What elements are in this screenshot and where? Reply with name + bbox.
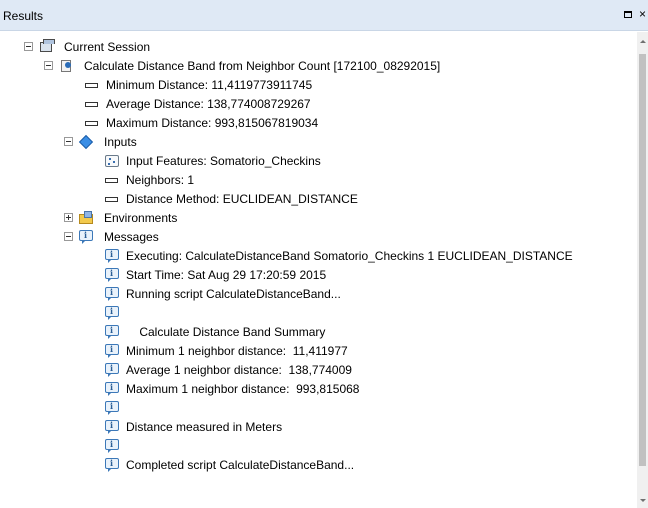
input-label: Distance Method: EUCLIDEAN_DISTANCE [126, 192, 358, 206]
tree-node-input[interactable]: Distance Method: EUCLIDEAN_DISTANCE [104, 190, 624, 208]
message-item[interactable]: i Start Time: Sat Aug 29 17:20:59 2015 [104, 266, 634, 284]
output-label: Maximum Distance: 993,815067819034 [106, 116, 319, 130]
info-message-icon: i [104, 419, 120, 435]
message-item[interactable]: i [104, 399, 634, 417]
message-item[interactable]: i Running script CalculateDistanceBand..… [104, 285, 634, 303]
info-message-icon: i [104, 343, 120, 359]
info-message-icon: i [104, 381, 120, 397]
info-message-icon: i [104, 324, 120, 340]
parameter-icon [104, 172, 120, 188]
tree-node-input[interactable]: Input Features: Somatorio_Checkins [104, 152, 624, 170]
session-icon [38, 39, 55, 55]
message-item[interactable]: i Calculate Distance Band Summary [104, 323, 634, 341]
scrollbar-thumb[interactable] [639, 54, 646, 466]
message-item[interactable]: i Average 1 neighbor distance: 138,77400… [104, 361, 634, 379]
message-text: Running script CalculateDistanceBand... [126, 287, 341, 301]
tree-node-input[interactable]: Neighbors: 1 [104, 171, 624, 189]
message-item[interactable]: i Executing: CalculateDistanceBand Somat… [104, 247, 634, 265]
info-message-icon: i [104, 248, 120, 264]
message-text: Start Time: Sat Aug 29 17:20:59 2015 [126, 268, 327, 282]
message-text: Completed script CalculateDistanceBand..… [126, 458, 355, 472]
info-message-icon: i [104, 400, 120, 416]
parameter-icon [104, 191, 120, 207]
collapse-session-toggle[interactable] [24, 42, 33, 51]
tree-node-tool[interactable]: Calculate Distance Band from Neighbor Co… [44, 57, 634, 75]
message-item[interactable]: i Distance measured in Meters [104, 418, 634, 436]
inputs-diamond-icon [78, 134, 94, 150]
message-item[interactable]: i Minimum 1 neighbor distance: 11,411977 [104, 342, 634, 360]
scroll-up-icon[interactable] [640, 40, 646, 43]
collapse-messages-toggle[interactable] [64, 232, 73, 241]
parameter-icon [84, 96, 100, 112]
environments-label: Environments [104, 211, 178, 225]
message-text: Maximum 1 neighbor distance: 993,815068 [126, 382, 360, 396]
message-item[interactable]: i [104, 437, 634, 455]
parameter-icon [84, 115, 100, 131]
info-message-icon: i [104, 286, 120, 302]
tree-node-output[interactable]: Minimum Distance: 11,4119773911745 [84, 76, 624, 94]
info-message-icon: i [104, 305, 120, 321]
results-titlebar: Results × [0, 0, 648, 31]
vertical-scrollbar[interactable] [637, 32, 648, 508]
input-label: Input Features: Somatorio_Checkins [126, 154, 321, 168]
info-message-icon: i [104, 267, 120, 283]
message-item[interactable]: i Completed script CalculateDistanceBand… [104, 456, 634, 474]
message-item[interactable]: i Maximum 1 neighbor distance: 993,81506… [104, 380, 634, 398]
tree-node-messages[interactable]: i Messages [64, 228, 624, 246]
tree-node-inputs[interactable]: Inputs [64, 133, 624, 151]
message-text: Minimum 1 neighbor distance: 11,411977 [126, 344, 348, 358]
tree-node-session[interactable]: Current Session [24, 38, 624, 56]
maximize-icon[interactable] [624, 11, 632, 18]
output-label: Minimum Distance: 11,4119773911745 [106, 78, 313, 92]
tree-node-environments[interactable]: Environments [64, 209, 624, 227]
messages-icon: i [78, 229, 94, 245]
message-text: Distance measured in Meters [126, 420, 283, 434]
info-message-icon: i [104, 438, 120, 454]
feature-layer-icon [104, 153, 120, 169]
message-text: Calculate Distance Band Summary [126, 325, 326, 339]
expand-environments-toggle[interactable] [64, 213, 73, 222]
environments-icon [78, 210, 94, 226]
output-label: Average Distance: 138,774008729267 [106, 97, 311, 111]
input-label: Neighbors: 1 [126, 173, 195, 187]
message-text: Executing: CalculateDistanceBand Somator… [126, 249, 573, 263]
message-item[interactable]: i [104, 304, 634, 322]
close-icon[interactable]: × [639, 5, 646, 23]
parameter-icon [84, 77, 100, 93]
message-text: Average 1 neighbor distance: 138,774009 [126, 363, 352, 377]
tool-label: Calculate Distance Band from Neighbor Co… [84, 59, 441, 73]
script-tool-icon [58, 58, 74, 74]
info-message-icon: i [104, 457, 120, 473]
tree-node-output[interactable]: Maximum Distance: 993,815067819034 [84, 114, 624, 132]
results-title: Results [3, 9, 44, 23]
results-tree: Current Session Calculate Distance Band … [0, 32, 648, 508]
inputs-label: Inputs [104, 135, 137, 149]
tree-node-output[interactable]: Average Distance: 138,774008729267 [84, 95, 624, 113]
info-message-icon: i [104, 362, 120, 378]
collapse-tool-toggle[interactable] [44, 61, 53, 70]
session-label: Current Session [64, 40, 151, 54]
collapse-inputs-toggle[interactable] [64, 137, 73, 146]
messages-label: Messages [104, 230, 159, 244]
scroll-down-icon[interactable] [640, 499, 646, 502]
